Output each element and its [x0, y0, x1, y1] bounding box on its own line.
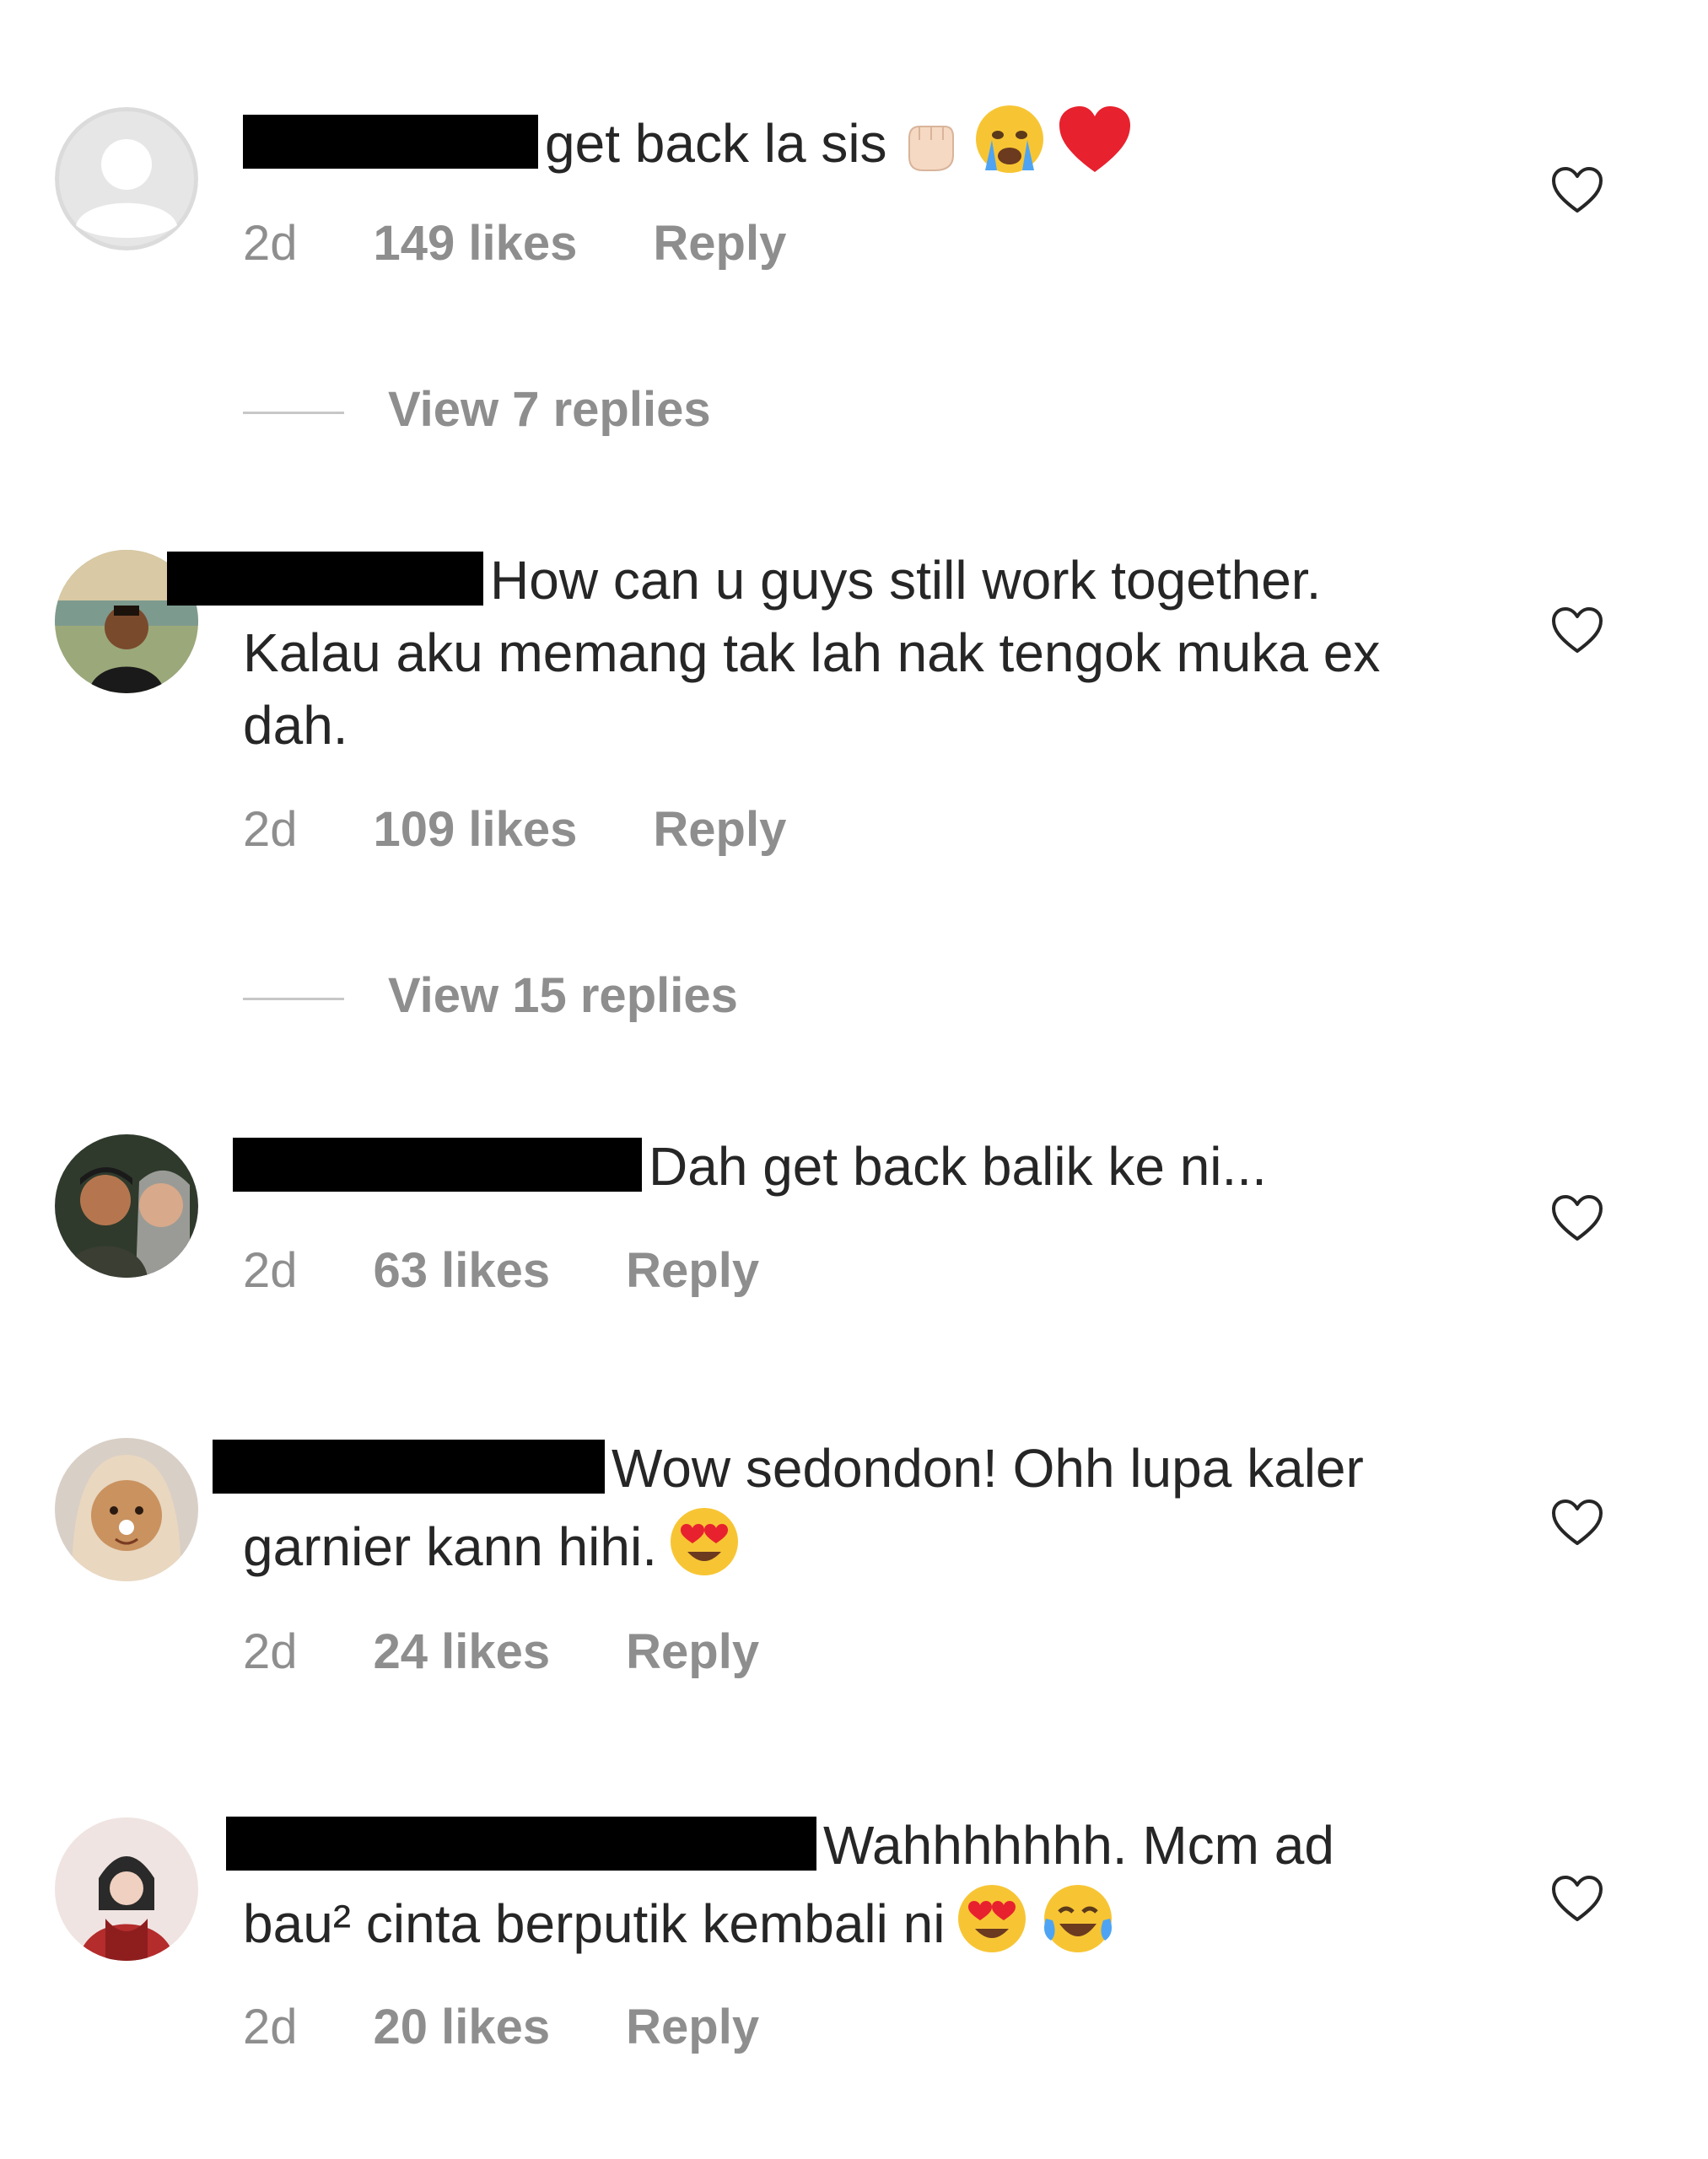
comment-meta: 2d 20 likes Reply: [243, 1999, 835, 2055]
heart-eyes-emoji: [667, 1505, 741, 1579]
avatar[interactable]: [55, 1817, 198, 1961]
redacted-username[interactable]: [213, 1440, 605, 1494]
red-heart-emoji: [1056, 103, 1134, 175]
comment-time: 2d: [243, 2000, 298, 2054]
reply-button[interactable]: Reply: [626, 1624, 759, 1679]
comment-text: Dah get back balik ke ni...: [233, 1130, 1441, 1203]
like-heart-icon[interactable]: [1550, 606, 1604, 654]
reply-button[interactable]: Reply: [626, 2000, 759, 2054]
reply-button[interactable]: Reply: [626, 1243, 759, 1298]
likes-count[interactable]: 20 likes: [374, 2000, 551, 2054]
redacted-username[interactable]: [233, 1138, 642, 1192]
like-heart-icon[interactable]: [1550, 165, 1604, 214]
comment-time: 2d: [243, 216, 298, 271]
likes-count[interactable]: 24 likes: [374, 1624, 551, 1679]
avatar[interactable]: [55, 1438, 198, 1581]
comment-text: Wow sedondon! Ohh lupa kaler garnier kan…: [213, 1432, 1441, 1583]
illustrated-avatar: [55, 1817, 198, 1961]
comment-time: 2d: [243, 1624, 298, 1679]
tears-of-joy-emoji: [1039, 1882, 1117, 1956]
reply-button[interactable]: Reply: [653, 802, 786, 857]
redacted-username[interactable]: [226, 1817, 816, 1871]
avatar[interactable]: [55, 1134, 198, 1278]
comment-text: How can u guys still work together. Kala…: [167, 544, 1441, 762]
couple-photo-avatar: [55, 1134, 198, 1278]
avatar[interactable]: [55, 107, 198, 250]
replies-divider: [243, 412, 344, 415]
reply-button[interactable]: Reply: [653, 216, 786, 271]
like-heart-icon[interactable]: [1550, 1498, 1604, 1547]
replies-divider: [243, 998, 344, 1001]
view-replies-button[interactable]: View 15 replies: [243, 967, 738, 1024]
likes-count[interactable]: 149 likes: [374, 216, 578, 271]
comment-time: 2d: [243, 1243, 298, 1298]
comment-meta: 2d 149 likes Reply: [243, 215, 862, 272]
default-avatar-icon: [55, 107, 198, 250]
crying-face-emoji: [973, 103, 1046, 175]
view-replies-button[interactable]: View 7 replies: [243, 381, 711, 438]
user-photo-avatar: [55, 1438, 198, 1581]
comment-meta: 2d 109 likes Reply: [243, 801, 862, 858]
heart-eyes-emoji: [955, 1882, 1029, 1956]
redacted-username[interactable]: [243, 115, 538, 169]
like-heart-icon[interactable]: [1550, 1193, 1604, 1242]
comment-text: Wahhhhhhh. Mcm ad bau² cinta berputik ke…: [226, 1809, 1441, 1960]
like-heart-icon[interactable]: [1550, 1874, 1604, 1923]
comment-text: get back la sis: [243, 103, 1441, 180]
raised-fist-emoji: [897, 110, 963, 175]
comment-time: 2d: [243, 802, 298, 857]
redacted-username[interactable]: [167, 552, 483, 606]
comment-meta: 2d 63 likes Reply: [243, 1242, 835, 1299]
comment-meta: 2d 24 likes Reply: [243, 1623, 835, 1680]
likes-count[interactable]: 109 likes: [374, 802, 578, 857]
likes-count[interactable]: 63 likes: [374, 1243, 551, 1298]
